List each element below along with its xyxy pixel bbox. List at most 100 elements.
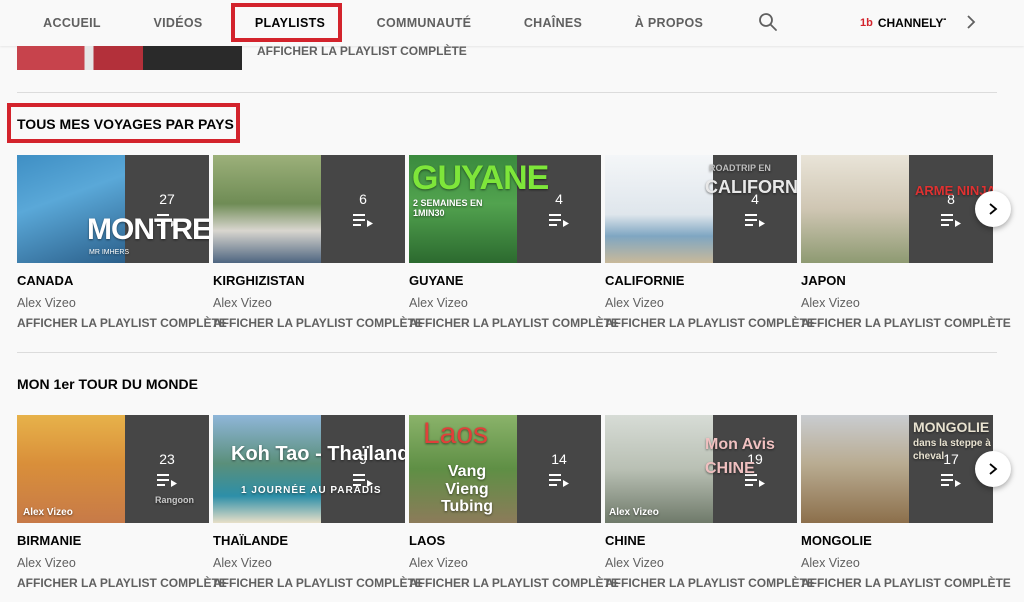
playlist-title[interactable]: THAÏLANDE xyxy=(213,533,288,548)
playlist-title[interactable]: CHINE xyxy=(605,533,645,548)
playlist-icon xyxy=(353,214,373,227)
playlist-author[interactable]: Alex Vizeo xyxy=(213,296,272,310)
featured-channel[interactable]: 1b CHANNELYT xyxy=(860,15,946,31)
search-icon[interactable] xyxy=(758,12,778,32)
thumbnail-caption: MONGOLIE xyxy=(913,419,990,435)
playlist-card[interactable]: 4 GUYANE 2 SEMAINES EN 1MIN30 GUYANE Ale… xyxy=(409,155,619,330)
playlist-thumbnail[interactable]: 27 MONTREAL MR IMHERS xyxy=(17,155,209,263)
thumbnail-caption: Koh Tao - Thaïlande xyxy=(231,443,405,465)
video-count: 27 xyxy=(159,191,175,207)
playlist-thumbnail[interactable]: 9 Koh Tao - Thaïlande 1 JOURNÉE AU PARAD… xyxy=(213,415,405,523)
playlist-thumbnail[interactable]: 4 GUYANE 2 SEMAINES EN 1MIN30 xyxy=(409,155,601,263)
thumbnail-subcaption: ROADTRIP EN xyxy=(709,163,771,173)
chevron-right-icon xyxy=(989,463,998,475)
chevron-right-icon[interactable] xyxy=(962,13,980,31)
tab-chaines[interactable]: CHAÎNES xyxy=(512,0,594,46)
channel-tabs: ACCUEIL VIDÉOS PLAYLISTS COMMUNAUTÉ CHAÎ… xyxy=(0,0,1024,46)
section-title[interactable]: MON 1er TOUR DU MONDE xyxy=(17,376,198,392)
playlist-thumbnail[interactable] xyxy=(17,46,242,70)
tab-videos[interactable]: VIDÉOS xyxy=(140,0,216,46)
playlist-thumbnail[interactable]: 17 MONGOLIE dans la steppe à cheval xyxy=(801,415,993,523)
playlist-card[interactable]: 8 ARME NINJA JAPON Alex Vizeo AFFICHER L… xyxy=(801,155,1011,330)
video-count: 14 xyxy=(551,451,567,467)
tab-accueil[interactable]: ACCUEIL xyxy=(32,0,112,46)
thumbnail-caption: Laos xyxy=(423,417,489,450)
section-divider xyxy=(17,352,997,353)
playlist-author[interactable]: Alex Vizeo xyxy=(17,556,76,570)
playlist-icon xyxy=(549,474,569,487)
video-count: 6 xyxy=(359,191,367,207)
thumbnail-caption: GUYANE xyxy=(412,159,549,197)
chevron-right-icon xyxy=(989,203,998,215)
view-full-playlist-link[interactable]: AFFICHER LA PLAYLIST COMPLÈTE xyxy=(17,316,227,330)
playlist-thumbnail[interactable]: 8 ARME NINJA xyxy=(801,155,993,263)
playlist-title[interactable]: JAPON xyxy=(801,273,846,288)
playlist-card[interactable]: 4 CALIFORNIE ROADTRIP EN CALIFORNIE Alex… xyxy=(605,155,815,330)
thumbnail-image xyxy=(801,415,909,523)
playlist-card[interactable]: 14 Laos Vang Vieng Tubing LAOS Alex Vize… xyxy=(409,415,619,590)
thumbnail-image xyxy=(605,155,713,263)
section-divider xyxy=(17,92,997,93)
thumbnail-subcaption: 2 SEMAINES EN 1MIN30 xyxy=(413,198,483,218)
view-full-playlist-link[interactable]: AFFICHER LA PLAYLIST COMPLÈTE xyxy=(605,576,815,590)
playlist-title[interactable]: LAOS xyxy=(409,533,445,548)
playlist-author[interactable]: Alex Vizeo xyxy=(17,296,76,310)
thumbnail-caption: Alex Vizeo xyxy=(23,507,73,518)
highlight-box-section xyxy=(7,103,240,143)
playlist-author[interactable]: Alex Vizeo xyxy=(213,556,272,570)
playlist-author[interactable]: Alex Vizeo xyxy=(801,296,860,310)
thumbnail-subcaption: 1 JOURNÉE AU PARADIS xyxy=(241,485,382,496)
channel-logo-icon: 1b xyxy=(860,17,873,29)
playlist-author[interactable]: Alex Vizeo xyxy=(801,556,860,570)
playlist-title[interactable]: MONGOLIE xyxy=(801,533,872,548)
featured-channel-name: CHANNELYT xyxy=(877,16,946,30)
carousel-next-button[interactable] xyxy=(975,451,1011,487)
view-full-playlist-link[interactable]: AFFICHER LA PLAYLIST COMPLÈTE xyxy=(605,316,815,330)
view-full-playlist-link[interactable]: AFFICHER LA PLAYLIST COMPLÈTE xyxy=(257,44,467,58)
highlight-box-playlists xyxy=(231,3,342,42)
playlist-thumbnail[interactable]: 23 Alex Vizeo Rangoon xyxy=(17,415,209,523)
thumbnail-subcaption: MR IMHERS xyxy=(89,249,130,256)
playlist-thumbnail[interactable]: 6 xyxy=(213,155,405,263)
playlist-author[interactable]: Alex Vizeo xyxy=(605,296,664,310)
thumbnail-caption: Mon Avis CHINE xyxy=(705,436,775,477)
playlist-icon xyxy=(157,474,177,487)
view-full-playlist-link[interactable]: AFFICHER LA PLAYLIST COMPLÈTE xyxy=(409,316,619,330)
view-full-playlist-link[interactable]: AFFICHER LA PLAYLIST COMPLÈTE xyxy=(801,316,1011,330)
playlist-title[interactable]: CALIFORNIE xyxy=(605,273,684,288)
playlist-card[interactable]: 17 MONGOLIE dans la steppe à cheval MONG… xyxy=(801,415,1011,590)
playlist-title[interactable]: GUYANE xyxy=(409,273,463,288)
tab-a-propos[interactable]: À PROPOS xyxy=(624,0,714,46)
playlist-card[interactable]: 6 KIRGHIZISTAN Alex Vizeo AFFICHER LA PL… xyxy=(213,155,423,330)
playlist-overlay: 23 xyxy=(125,415,209,523)
view-full-playlist-link[interactable]: AFFICHER LA PLAYLIST COMPLÈTE xyxy=(17,576,227,590)
view-full-playlist-link[interactable]: AFFICHER LA PLAYLIST COMPLÈTE xyxy=(409,576,619,590)
playlist-card[interactable]: 23 Alex Vizeo Rangoon BIRMANIE Alex Vize… xyxy=(17,415,227,590)
view-full-playlist-link[interactable]: AFFICHER LA PLAYLIST COMPLÈTE xyxy=(213,576,423,590)
thumbnail-caption: MONTREAL xyxy=(87,213,209,246)
carousel-next-button[interactable] xyxy=(975,191,1011,227)
playlist-overlay: 14 xyxy=(517,415,601,523)
playlist-thumbnail[interactable]: 4 CALIFORNIE ROADTRIP EN xyxy=(605,155,797,263)
playlist-card[interactable]: 27 MONTREAL MR IMHERS CANADA Alex Vizeo … xyxy=(17,155,227,330)
playlist-author[interactable]: Alex Vizeo xyxy=(409,556,468,570)
playlist-icon xyxy=(941,474,961,487)
tab-communaute[interactable]: COMMUNAUTÉ xyxy=(366,0,482,46)
playlist-author[interactable]: Alex Vizeo xyxy=(409,296,468,310)
playlist-card[interactable]: 19 Mon Avis CHINE Alex Vizeo CHINE Alex … xyxy=(605,415,815,590)
playlist-thumbnail[interactable]: 19 Mon Avis CHINE Alex Vizeo xyxy=(605,415,797,523)
playlist-title[interactable]: BIRMANIE xyxy=(17,533,81,548)
thumbnail-image xyxy=(213,415,321,523)
thumbnail-caption: CALIFORNIE xyxy=(705,177,797,197)
playlist-card[interactable]: 9 Koh Tao - Thaïlande 1 JOURNÉE AU PARAD… xyxy=(213,415,423,590)
view-full-playlist-link[interactable]: AFFICHER LA PLAYLIST COMPLÈTE xyxy=(213,316,423,330)
playlist-thumbnail[interactable]: 14 Laos Vang Vieng Tubing xyxy=(409,415,601,523)
video-count: 23 xyxy=(159,451,175,467)
thumbnail-subcaption: Vang Vieng Tubing xyxy=(440,463,494,516)
video-count: 4 xyxy=(555,191,563,207)
playlist-author[interactable]: Alex Vizeo xyxy=(605,556,664,570)
playlist-title[interactable]: KIRGHIZISTAN xyxy=(213,273,304,288)
playlist-icon xyxy=(745,214,765,227)
playlist-title[interactable]: CANADA xyxy=(17,273,73,288)
view-full-playlist-link[interactable]: AFFICHER LA PLAYLIST COMPLÈTE xyxy=(801,576,1011,590)
